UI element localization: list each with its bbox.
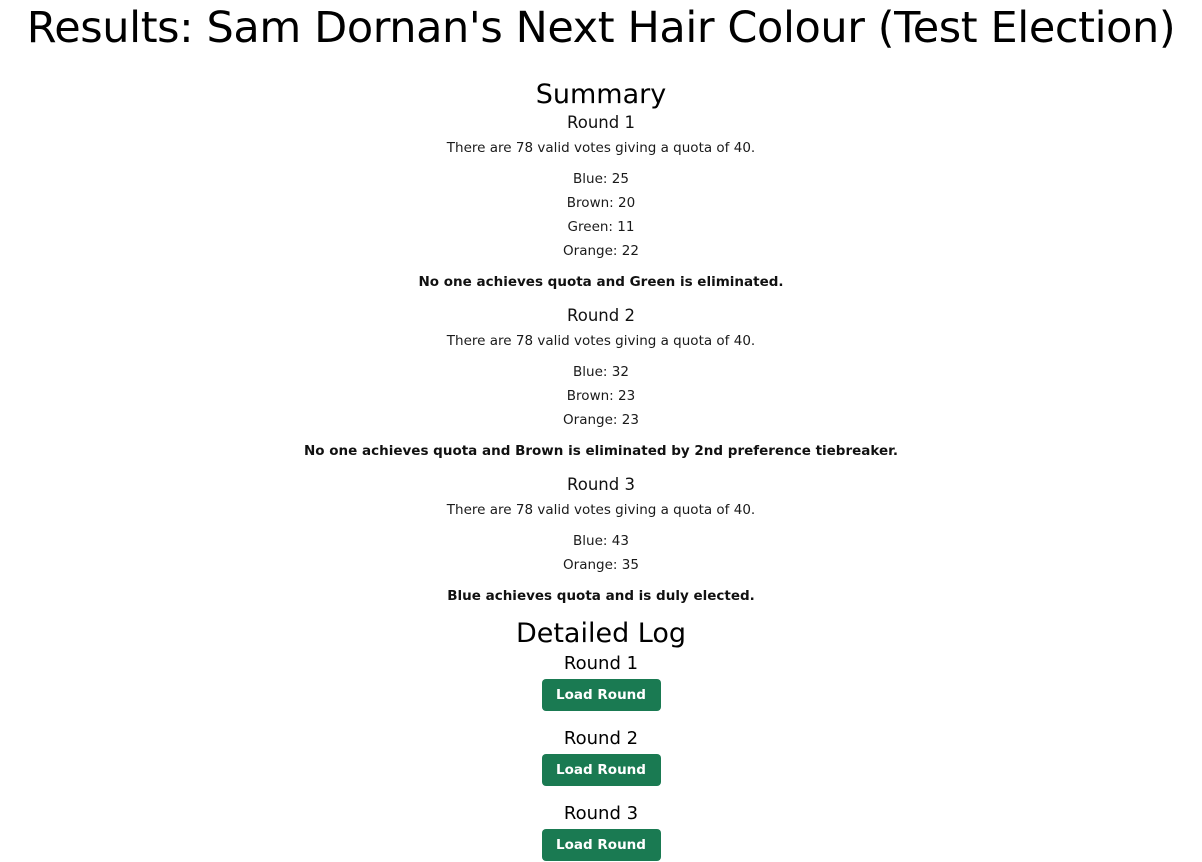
summary-section: Summary Round 1 There are 78 valid votes… [0, 79, 1202, 606]
tally-list: Blue: 25 Brown: 20 Green: 11 Orange: 22 [0, 167, 1202, 263]
load-round-3-button[interactable]: Load Round [541, 829, 661, 861]
quota-text: There are 78 valid votes giving a quota … [446, 502, 756, 518]
summary-heading: Summary [535, 79, 667, 110]
summary-round-1: Round 1 There are 78 valid votes giving … [0, 111, 1202, 292]
tally-item: Green: 11 [567, 219, 635, 235]
log-round-title: Round 3 [563, 803, 639, 824]
round-outcome: Blue achieves quota and is duly elected. [447, 588, 755, 604]
tally-item: Blue: 32 [573, 364, 629, 380]
tally-list: Blue: 32 Brown: 23 Orange: 23 [0, 360, 1202, 432]
tally-item: Blue: 43 [573, 533, 629, 549]
round-outcome: No one achieves quota and Brown is elimi… [303, 443, 899, 459]
log-round-2: Round 2 Load Round [0, 727, 1202, 786]
log-round-title: Round 1 [563, 653, 639, 674]
quota-text: There are 78 valid votes giving a quota … [446, 140, 756, 156]
tally-item: Brown: 20 [566, 195, 636, 211]
round-title: Round 3 [567, 475, 635, 494]
load-round-1-button[interactable]: Load Round [541, 679, 661, 711]
load-round-2-button[interactable]: Load Round [541, 754, 661, 786]
round-title: Round 1 [567, 113, 635, 132]
round-title: Round 2 [567, 306, 635, 325]
tally-item: Orange: 22 [563, 243, 639, 259]
detailed-log-section: Detailed Log Round 1 Load Round Round 2 … [0, 618, 1202, 861]
page-title: Results: Sam Dornan's Next Hair Colour (… [26, 3, 1176, 53]
log-round-1: Round 1 Load Round [0, 652, 1202, 711]
summary-round-2: Round 2 There are 78 valid votes giving … [0, 304, 1202, 461]
tally-item: Orange: 23 [563, 412, 639, 428]
log-round-title: Round 2 [563, 728, 639, 749]
tally-list: Blue: 43 Orange: 35 [0, 529, 1202, 577]
tally-item: Brown: 23 [566, 388, 636, 404]
summary-round-3: Round 3 There are 78 valid votes giving … [0, 473, 1202, 606]
results-page: Results: Sam Dornan's Next Hair Colour (… [0, 2, 1202, 861]
detailed-log-heading: Detailed Log [515, 618, 687, 649]
quota-text: There are 78 valid votes giving a quota … [446, 333, 756, 349]
tally-item: Blue: 25 [573, 171, 629, 187]
round-outcome: No one achieves quota and Green is elimi… [418, 274, 784, 290]
log-round-3: Round 3 Load Round [0, 802, 1202, 861]
tally-item: Orange: 35 [563, 557, 639, 573]
